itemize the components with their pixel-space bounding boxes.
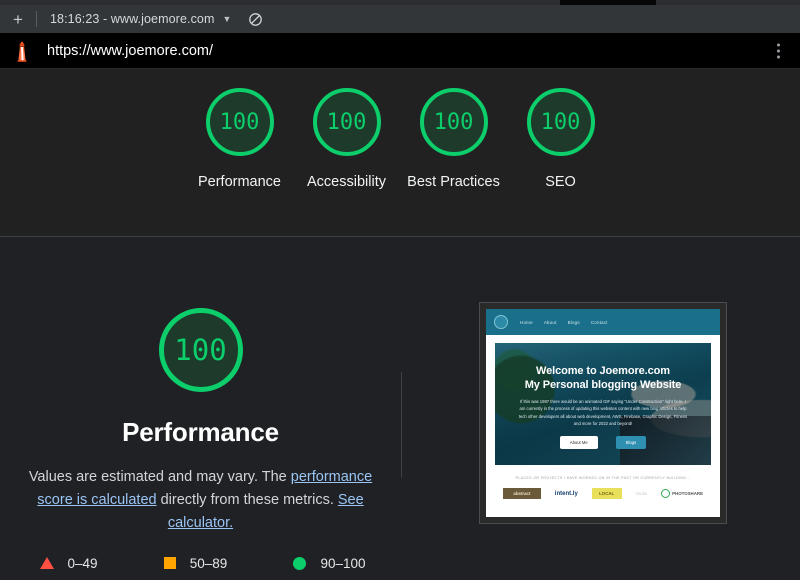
legend-range-label: 50–89 — [189, 555, 228, 571]
site-partner-logos: abstract intent.ly LOCAL studio PHOTOSHA… — [486, 488, 720, 499]
partner-logo: studio — [635, 491, 648, 496]
score-summary-band: 100 Performance 100 Accessibility 100 Be… — [0, 70, 800, 236]
partner-logo: abstract — [502, 488, 541, 499]
circle-icon — [293, 556, 307, 570]
score-category-best-practices[interactable]: 100 Best Practices — [400, 88, 507, 193]
score-category-seo[interactable]: 100 SEO — [507, 88, 614, 193]
site-screenshot: Home About Blogs Contact Welcome to Joem… — [486, 309, 720, 517]
description-text-part1: Values are estimated and may vary. The — [28, 469, 291, 485]
new-tab-button[interactable]: + — [0, 5, 36, 33]
tabbar-separator — [36, 11, 37, 27]
score-gauge: 100 — [526, 88, 595, 156]
site-nav-item: Contact — [590, 319, 608, 325]
description-text-part2: directly from these metrics. — [156, 491, 338, 508]
score-gauge: 100 — [312, 88, 381, 156]
kebab-menu-icon[interactable] — [777, 43, 780, 58]
site-hero-heading-2: My Personal blogging Website — [524, 379, 682, 391]
site-nav-items: Home About Blogs Contact — [520, 320, 608, 325]
site-about-button: About Me — [559, 436, 598, 450]
site-hero-heading-1: Welcome to Joemore.com — [536, 365, 670, 377]
score-gauge: 100 — [419, 88, 488, 156]
site-footer-caption: PLACES OR PROJECTS I HAVE WORKED ON IN T… — [515, 476, 691, 480]
site-hero: Welcome to Joemore.com My Personal blogg… — [495, 343, 711, 465]
partner-logo: intent.ly — [554, 490, 578, 497]
legend-range-label: 0–49 — [67, 555, 98, 571]
lighthouse-icon — [12, 40, 32, 62]
score-category-label: SEO — [545, 174, 576, 190]
partner-logo: LOCAL — [591, 488, 622, 499]
score-gauge: 100 — [205, 88, 274, 156]
chevron-down-icon[interactable]: ▼ — [222, 14, 231, 24]
site-blogs-button: Blogs — [615, 436, 647, 450]
active-tab-title[interactable]: 18:16:23 - www.joemore.com — [50, 12, 214, 26]
performance-description: Values are estimated and may vary. The p… — [13, 466, 388, 535]
score-category-accessibility[interactable]: 100 Accessibility — [293, 88, 400, 193]
site-hero-paragraph: If this was 1997 there would be an anima… — [518, 399, 688, 427]
legend-range-label: 90–100 — [320, 555, 366, 571]
url-bar: https://www.joemore.com/ — [0, 33, 800, 69]
performance-gauge: 100 — [158, 308, 243, 392]
site-hero-buttons: About Me Blogs — [495, 436, 711, 450]
score-category-performance[interactable]: 100 Performance — [186, 88, 293, 193]
partner-logo-photoshare: PHOTOSHARE — [661, 488, 703, 499]
browser-tab-bar: + 18:16:23 - www.joemore.com ▼ — [0, 5, 800, 33]
legend-item-fail: 0–49 — [39, 555, 98, 571]
final-screenshot-frame[interactable]: Home About Blogs Contact Welcome to Joem… — [479, 302, 727, 524]
score-category-label: Accessibility — [307, 174, 386, 190]
url-text[interactable]: https://www.joemore.com/ — [47, 43, 213, 59]
triangle-icon — [39, 557, 54, 570]
legend-item-pass: 90–100 — [293, 555, 366, 571]
site-nav-item: Blogs — [567, 319, 580, 325]
square-icon — [163, 557, 176, 570]
site-footer: PLACES OR PROJECTS I HAVE WORKED ON IN T… — [486, 476, 720, 499]
ring-icon — [661, 489, 671, 498]
page-title: Performance — [122, 417, 279, 447]
site-nav-item: Home — [520, 319, 533, 325]
block-icon[interactable] — [248, 12, 263, 27]
partner-logo-label: PHOTOSHARE — [672, 491, 703, 496]
site-nav-item: About — [543, 319, 557, 325]
site-logo-icon — [494, 315, 508, 329]
vertical-divider — [401, 372, 402, 478]
score-category-label: Performance — [197, 174, 281, 190]
legend-item-average: 50–89 — [163, 555, 228, 571]
score-category-label: Best Practices — [407, 174, 500, 190]
site-navbar: Home About Blogs Contact — [486, 309, 720, 335]
performance-details: 100 Performance Values are estimated and… — [0, 237, 401, 580]
score-legend: 0–49 50–89 90–100 — [26, 556, 376, 571]
